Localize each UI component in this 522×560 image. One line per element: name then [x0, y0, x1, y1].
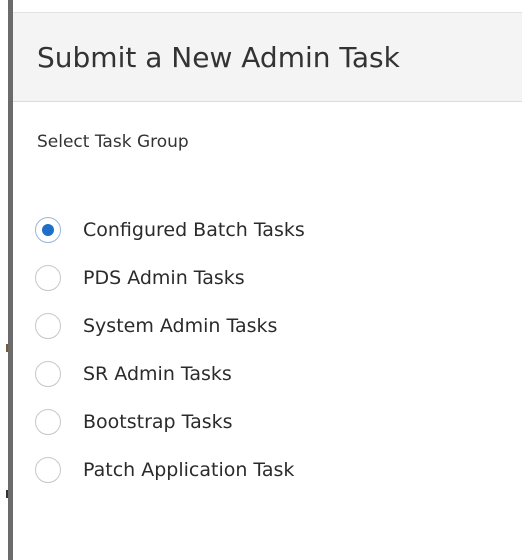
edge-marker	[6, 490, 8, 498]
radio-button[interactable]	[35, 361, 61, 387]
radio-option-pds-admin-tasks[interactable]: PDS Admin Tasks	[35, 254, 305, 302]
radio-option-label[interactable]: SR Admin Tasks	[83, 362, 232, 386]
admin-task-dialog: Submit a New Admin Task Select Task Grou…	[13, 0, 522, 560]
radio-option-label[interactable]: PDS Admin Tasks	[83, 266, 245, 290]
dialog-header: Submit a New Admin Task	[13, 12, 522, 102]
task-group-label: Select Task Group	[37, 132, 189, 152]
radio-option-label[interactable]: Patch Application Task	[83, 458, 294, 482]
radio-option-sr-admin-tasks[interactable]: SR Admin Tasks	[35, 350, 305, 398]
dialog-title: Submit a New Admin Task	[37, 41, 400, 74]
radio-option-label[interactable]: Bootstrap Tasks	[83, 410, 233, 434]
radio-option-label[interactable]: System Admin Tasks	[83, 314, 277, 338]
radio-button[interactable]	[35, 313, 61, 339]
radio-button[interactable]	[35, 409, 61, 435]
radio-option-label[interactable]: Configured Batch Tasks	[83, 218, 305, 242]
radio-option-patch-application-task[interactable]: Patch Application Task	[35, 446, 305, 494]
edge-marker	[6, 344, 8, 352]
radio-option-system-admin-tasks[interactable]: System Admin Tasks	[35, 302, 305, 350]
radio-button-selected[interactable]	[35, 217, 61, 243]
background-window-edge	[0, 0, 13, 560]
radio-button[interactable]	[35, 265, 61, 291]
radio-option-bootstrap-tasks[interactable]: Bootstrap Tasks	[35, 398, 305, 446]
page: Submit a New Admin Task Select Task Grou…	[0, 0, 522, 560]
task-group-radio-list: Configured Batch Tasks PDS Admin Tasks S…	[35, 206, 305, 494]
radio-option-configured-batch-tasks[interactable]: Configured Batch Tasks	[35, 206, 305, 254]
radio-button[interactable]	[35, 457, 61, 483]
